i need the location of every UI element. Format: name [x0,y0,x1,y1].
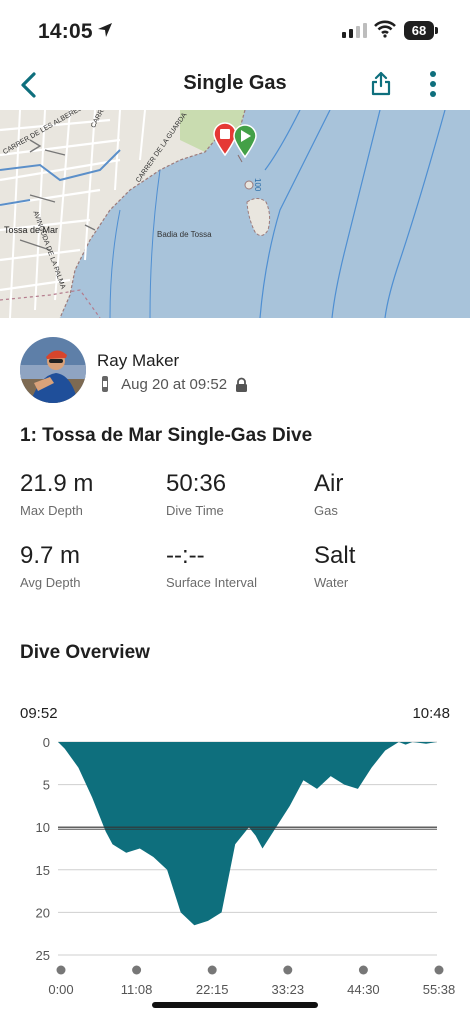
y-tick-label: 5 [43,778,50,793]
map-label: 100 [253,178,262,192]
nav-bar: Single Gas [0,62,470,108]
x-tick-dot[interactable] [207,965,217,975]
stat-water: Salt Water [314,542,454,590]
user-name[interactable]: Ray Maker [97,351,179,371]
x-tick-dot[interactable] [434,965,444,975]
stat-label: Avg Depth [20,575,81,590]
activity-meta: Aug 20 at 09:52 [101,375,248,393]
activity-title: 1: Tossa de Mar Single-Gas Dive [20,425,313,446]
page-title: Single Gas [183,72,287,94]
stat-value: Air [314,470,344,497]
stat-value: --:-- [166,542,205,569]
battery-icon: 68 [404,21,434,40]
depth-chart-svg: 0 5 10 15 20 25 0:00 11:08 22:15 33:23 44:30 55:38 [36,735,456,997]
stat-value: Salt [314,542,356,569]
status-bar: 14:05 68 [0,0,470,62]
y-tick-label: 0 [43,735,50,750]
chart-end-time: 10:48 [412,705,450,722]
stat-gas: Air Gas [314,470,454,518]
stat-value: 21.9 m [20,470,94,497]
stat-surface-interval: --:-- Surface Interval [166,542,306,590]
x-tick-label: 44:30 [347,982,380,997]
stat-label: Max Depth [20,503,83,518]
depth-profile-area [58,742,437,926]
more-vertical-icon[interactable] [428,70,438,98]
y-tick-label: 25 [36,948,50,963]
map-label: Badia de Tossa [157,230,212,239]
share-icon[interactable] [370,71,392,97]
activity-date: Aug 20 at 09:52 [121,375,228,393]
x-tick-label: 33:23 [272,982,305,997]
activity-owner: Ray Maker Aug 20 at 09:52 [0,330,470,410]
stat-avg-depth: 9.7 m Avg Depth [20,542,160,590]
chart-start-time: 09:52 [20,705,58,722]
x-tick-label: 11:08 [121,982,153,997]
stat-dive-time: 50:36 Dive Time [166,470,306,518]
home-indicator [152,1002,318,1008]
x-tick-label: 55:38 [423,982,456,997]
stat-label: Dive Time [166,503,224,518]
wifi-icon [374,20,396,38]
y-tick-label: 20 [36,905,50,920]
stat-label: Gas [314,503,338,518]
battery-tip [435,27,438,34]
x-tick-dot[interactable] [132,965,142,975]
stat-value: 50:36 [166,470,227,497]
y-tick-label: 15 [36,863,50,878]
location-arrow-icon [98,23,112,37]
stat-label: Surface Interval [166,575,258,590]
dive-map[interactable]: CARRER DE SANT TELM CARRER DE LA GUARDA … [0,110,470,318]
stat-label: Water [314,575,349,590]
x-tick-label: 22:15 [196,982,229,997]
cellular-signal-icon [342,23,367,38]
status-time: 14:05 [38,20,93,43]
y-tick-label: 10 [36,820,50,835]
map-label: Tossa de Mar [4,225,59,235]
stat-max-depth: 21.9 m Max Depth [20,470,160,518]
watch-icon [102,376,108,393]
stat-value: 9.7 m [20,542,81,569]
section-title: Dive Overview [20,642,150,663]
x-tick-dot[interactable] [56,965,66,975]
avatar[interactable] [20,337,86,403]
x-tick-dot[interactable] [358,965,368,975]
x-tick-dot[interactable] [283,965,293,975]
dive-overview-chart[interactable]: 0 5 10 15 20 25 0:00 11:08 22:15 33:23 44:30 55:38 [0,730,470,1000]
start-marker-icon[interactable] [232,124,258,158]
x-tick-label: 0:00 [48,982,73,997]
lock-icon [236,377,248,392]
